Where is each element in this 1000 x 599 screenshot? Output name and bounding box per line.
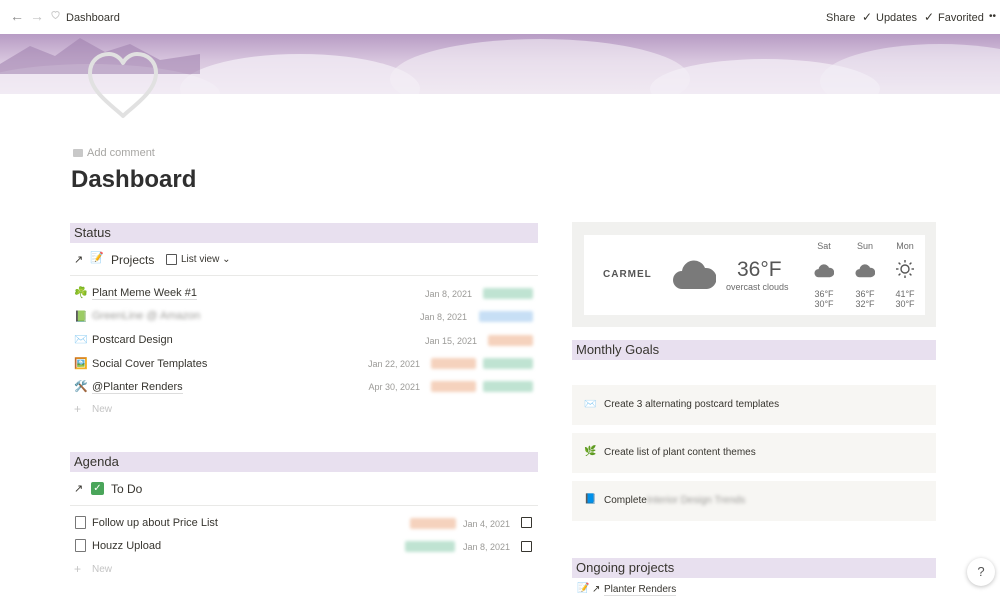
item-title[interactable]: Postcard Design (92, 334, 173, 346)
tag (483, 288, 533, 299)
goal-card[interactable]: 📘 CompleteInterior Design Trends (572, 481, 936, 521)
weather-description: overcast clouds (726, 282, 789, 292)
item-date: Jan 8, 2021 (419, 312, 467, 322)
comment-icon (73, 149, 83, 157)
favorited-button[interactable]: Favorited (938, 12, 984, 24)
ongoing-projects-heading: Ongoing projects (572, 558, 936, 578)
linked-db-arrow-icon[interactable]: ↗ (74, 253, 83, 266)
cloud-icon (814, 262, 835, 283)
forecast-low: 30°F (895, 299, 915, 309)
item-date: Apr 30, 2021 (368, 382, 420, 392)
picture-icon: 🖼️ (74, 358, 88, 370)
tag (483, 358, 533, 369)
projects-db-title[interactable]: Projects (111, 253, 154, 267)
forecast-day: Sat (817, 241, 831, 251)
divider (70, 505, 538, 506)
list-view-icon (166, 254, 177, 265)
share-button[interactable]: Share (826, 12, 855, 24)
list-view-selector[interactable]: List view ⌄ (181, 254, 231, 265)
shamrock-icon: ☘️ (74, 287, 88, 299)
item-title[interactable]: GreenLine @ Amazon (92, 310, 200, 322)
agenda-heading: Agenda (70, 452, 538, 472)
breadcrumb[interactable]: Dashboard (66, 12, 120, 24)
project-title: Planter Renders (604, 584, 677, 596)
sun-icon (895, 259, 915, 284)
forecast-day: Sun (856, 241, 873, 251)
todo-checkbox[interactable] (521, 541, 532, 552)
monthly-goals-heading: Monthly Goals (572, 340, 936, 360)
forecast-low: 32°F (855, 299, 875, 309)
goal-text: Create list of plant content themes (604, 447, 756, 458)
goal-text: Create 3 alternating postcard templates (604, 399, 780, 410)
item-date: Jan 22, 2021 (367, 359, 420, 369)
tag (431, 381, 476, 392)
herb-icon: 🌿 (584, 446, 597, 457)
tools-icon: 🛠️ (74, 381, 88, 393)
goal-card[interactable]: ✉️ Create 3 alternating postcard templat… (572, 385, 936, 425)
book-icon: 📘 (584, 494, 597, 505)
status-heading: Status (70, 223, 538, 243)
forward-arrow-icon[interactable]: → (30, 8, 44, 24)
cloud-icon (855, 262, 876, 283)
forecast-day: Mon (896, 241, 914, 251)
forecast-low: 30°F (814, 299, 834, 309)
item-title[interactable]: Follow up about Price List (92, 517, 218, 529)
todo-db-title[interactable]: To Do (111, 482, 142, 496)
current-temperature: 36°F (737, 258, 782, 281)
page-heart-icon (50, 9, 61, 23)
memo-icon: 📝 (577, 583, 590, 594)
green-book-icon: 📗 (74, 311, 88, 323)
updates-button[interactable]: Updates (876, 12, 917, 24)
goal-card[interactable]: 🌿 Create list of plant content themes (572, 433, 936, 473)
more-options-button[interactable]: •• (989, 11, 996, 22)
add-comment-button[interactable]: Add comment (73, 147, 155, 159)
back-arrow-icon[interactable]: ← (10, 8, 24, 24)
item-title[interactable]: Houzz Upload (92, 540, 161, 552)
memo-icon: 📝 (90, 252, 104, 264)
item-title[interactable]: Social Cover Templates (92, 358, 207, 370)
envelope-icon: ✉️ (74, 334, 88, 346)
plus-icon: + (74, 562, 82, 576)
page-heart-icon[interactable] (84, 50, 162, 120)
item-title[interactable]: @Planter Renders (92, 381, 183, 394)
goal-text: CompleteInterior Design Trends (604, 495, 746, 506)
item-date: Jan 4, 2021 (462, 519, 510, 529)
todo-checkbox[interactable] (521, 517, 532, 528)
help-button[interactable]: ? (967, 558, 995, 586)
item-title[interactable]: Plant Meme Week #1 (92, 287, 197, 300)
check-icon: ✓ (924, 10, 935, 24)
tag (483, 381, 533, 392)
envelope-icon: ✉️ (584, 399, 597, 410)
page-title: Dashboard (71, 166, 197, 193)
tag (488, 335, 533, 346)
page-icon (75, 516, 86, 529)
item-date: Jan 8, 2021 (462, 542, 510, 552)
cloud-icon (672, 256, 717, 295)
tag (431, 358, 476, 369)
plus-icon: + (74, 402, 82, 416)
check-mark-icon: ✓ (91, 482, 104, 495)
item-date: Jan 15, 2021 (424, 336, 477, 346)
divider (70, 275, 538, 276)
page-icon (75, 539, 86, 552)
tag (479, 311, 533, 322)
top-bar: ← → Dashboard Share ✓ Updates ✓ Favorite… (0, 0, 1000, 34)
item-date: Jan 8, 2021 (424, 289, 472, 299)
link-arrow-icon: ↗ (592, 584, 601, 595)
check-icon: ✓ (862, 10, 873, 24)
linked-db-arrow-icon[interactable]: ↗ (74, 482, 83, 495)
weather-city: CARMEL (603, 269, 652, 280)
